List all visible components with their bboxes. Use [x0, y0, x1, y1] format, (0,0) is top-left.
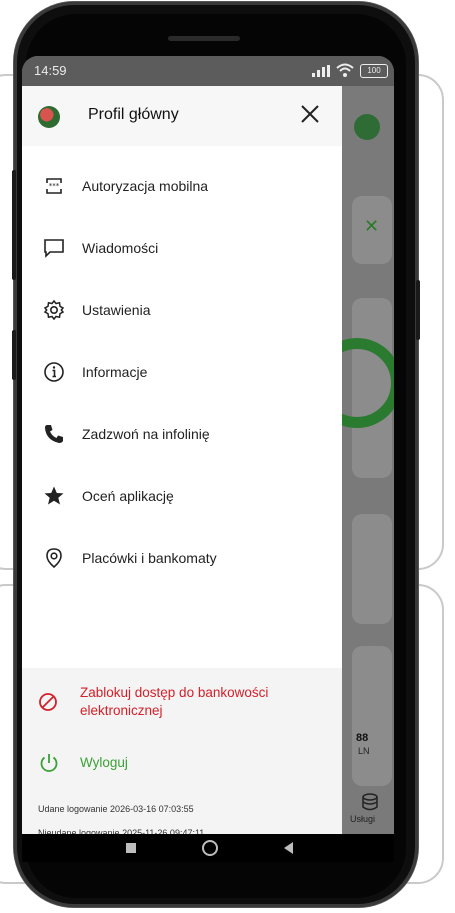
menu-item-information[interactable]: Informacje [22, 344, 342, 400]
home-button[interactable] [202, 840, 218, 856]
bixby-button [12, 330, 16, 380]
block-access-label: Zablokuj dostęp do bankowości elektronic… [80, 685, 269, 718]
menu-label-branches-atms: Placówki i bankomaty [82, 550, 217, 566]
drawer-header: Profil główny [22, 86, 342, 146]
menu-label-information: Informacje [82, 364, 148, 380]
background-amount: 88 [356, 732, 369, 744]
info-icon [34, 352, 74, 392]
volume-button [12, 170, 16, 280]
menu-label-call-hotline: Zadzwoń na infolinię [82, 426, 210, 442]
close-icon[interactable] [298, 102, 322, 131]
back-button[interactable] [284, 841, 294, 859]
background-avatar [354, 114, 380, 140]
speaker-grille [168, 36, 240, 41]
recent-apps-button[interactable] [126, 843, 136, 853]
status-bar: 14:59 100 [22, 56, 394, 86]
mobile-authorization-icon: *** [34, 166, 74, 206]
menu-label-messages: Wiadomości [82, 240, 159, 256]
wifi-icon [336, 63, 354, 80]
svg-text:***: *** [49, 182, 60, 190]
menu-item-messages[interactable]: Wiadomości [22, 220, 342, 276]
status-time: 14:59 [34, 63, 67, 78]
star-icon [34, 476, 74, 516]
block-icon [38, 692, 58, 717]
phone-icon [34, 414, 74, 454]
menu-item-settings[interactable]: Ustawienia [22, 282, 342, 338]
background-notice-card: ✕ [352, 196, 392, 264]
gear-icon [34, 290, 74, 330]
background-card-4: 88 LN [352, 646, 392, 786]
background-services-tab: Usługi [348, 791, 394, 834]
menu-item-call-hotline[interactable]: Zadzwoń na infolinię [22, 406, 342, 462]
background-chart-card [312, 298, 394, 478]
menu-label-rate-app: Oceń aplikację [82, 488, 174, 504]
background-services-label: Usługi [350, 814, 376, 824]
block-access-button[interactable]: Zablokuj dostęp do bankowości elektronic… [22, 678, 342, 730]
battery-icon: 100 [360, 64, 388, 78]
screen: 14:59 100 ✕ 88 LN Usługi Profil główny *… [22, 56, 394, 862]
database-icon [361, 793, 379, 816]
navigation-drawer: Profil główny *** Autoryzacja mobilna Wi… [22, 86, 342, 838]
menu-item-rate-app[interactable]: Oceń aplikację [22, 468, 342, 524]
power-button [416, 280, 420, 340]
background-card-3 [352, 514, 392, 624]
message-icon [34, 228, 74, 268]
profile-title: Profil główny [88, 106, 179, 123]
location-pin-icon [34, 538, 74, 578]
menu-item-mobile-authorization[interactable]: *** Autoryzacja mobilna [22, 158, 342, 214]
drawer-footer: Zablokuj dostęp do bankowości elektronic… [22, 668, 342, 838]
background-close-icon: ✕ [364, 216, 380, 236]
background-currency: LN [358, 746, 370, 756]
last-login-info: Udane logowanie 2026-03-16 07:03:55 [38, 804, 194, 814]
system-navigation-bar [22, 834, 394, 862]
logout-button[interactable]: Wyloguj [22, 742, 342, 784]
power-icon [38, 752, 60, 779]
profile-avatar[interactable] [38, 106, 60, 128]
menu-item-branches-atms[interactable]: Placówki i bankomaty [22, 530, 342, 586]
logout-label: Wyloguj [80, 755, 128, 770]
signal-icon [312, 65, 330, 80]
menu-label-settings: Ustawienia [82, 302, 151, 318]
menu-label-mobile-authorization: Autoryzacja mobilna [82, 178, 209, 194]
